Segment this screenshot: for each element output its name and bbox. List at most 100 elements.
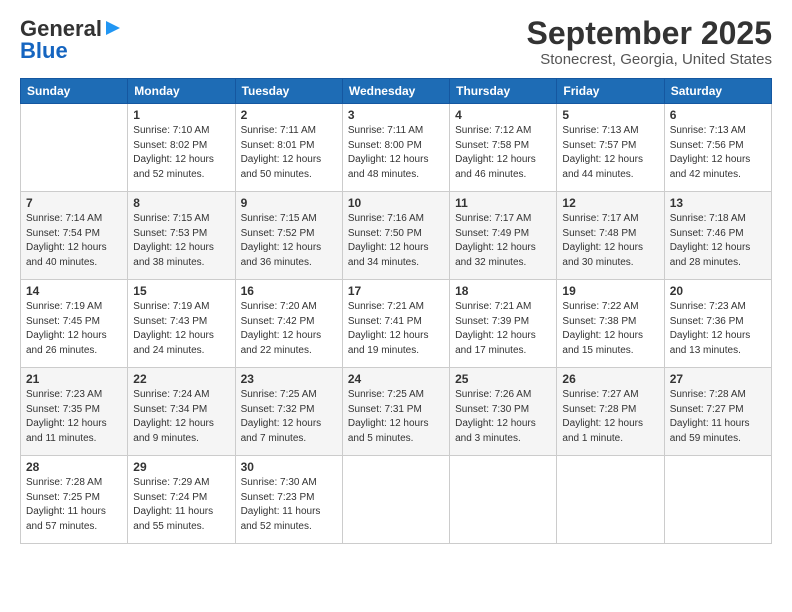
day-number: 22 <box>133 372 229 386</box>
calendar-cell: 29 Sunrise: 7:29 AMSunset: 7:24 PMDayligh… <box>128 456 235 544</box>
day-number: 21 <box>26 372 122 386</box>
logo: General Blue <box>20 16 122 64</box>
day-info: Sunrise: 7:23 AMSunset: 7:36 PMDaylight:… <box>670 300 766 358</box>
calendar-week-row: 1 Sunrise: 7:10 AMSunset: 8:02 PMDaylight… <box>21 104 772 192</box>
calendar-cell: 30Sunrise: 7:30 AMSunset: 7:23 PMDayligh… <box>235 456 342 544</box>
day-number: 17 <box>348 284 444 298</box>
calendar-cell: 8 Sunrise: 7:15 AMSunset: 7:53 PMDaylight… <box>128 192 235 280</box>
day-info: Sunrise: 7:15 AMSunset: 7:53 PMDaylight:… <box>133 212 229 270</box>
day-number: 12 <box>562 196 658 210</box>
day-number: 1 <box>133 108 229 122</box>
day-info: Sunrise: 7:10 AMSunset: 8:02 PMDaylight:… <box>133 124 229 182</box>
col-header-wednesday: Wednesday <box>342 79 449 104</box>
day-number: 8 <box>133 196 229 210</box>
calendar-week-row: 28 Sunrise: 7:28 AMSunset: 7:25 PMDayligh… <box>21 456 772 544</box>
day-info: Sunrise: 7:20 AMSunset: 7:42 PMDaylight:… <box>241 300 337 358</box>
day-number: 13 <box>670 196 766 210</box>
day-number: 16 <box>241 284 337 298</box>
calendar-cell: 10 Sunrise: 7:16 AMSunset: 7:50 PMDayligh… <box>342 192 449 280</box>
day-info: Sunrise: 7:29 AMSunset: 7:24 PMDaylight:… <box>133 476 229 534</box>
calendar-cell: 16 Sunrise: 7:20 AMSunset: 7:42 PMDayligh… <box>235 280 342 368</box>
day-number: 29 <box>133 460 229 474</box>
day-info: Sunrise: 7:11 AMSunset: 8:01 PMDaylight:… <box>241 124 337 182</box>
calendar-cell: 19 Sunrise: 7:22 AMSunset: 7:38 PMDayligh… <box>557 280 664 368</box>
day-info: Sunrise: 7:17 AMSunset: 7:49 PMDaylight:… <box>455 212 551 270</box>
logo-arrow-icon <box>104 19 122 37</box>
day-number: 25 <box>455 372 551 386</box>
col-header-friday: Friday <box>557 79 664 104</box>
calendar-cell: 5 Sunrise: 7:13 AMSunset: 7:57 PMDaylight… <box>557 104 664 192</box>
calendar-cell: 23 Sunrise: 7:25 AMSunset: 7:32 PMDayligh… <box>235 368 342 456</box>
page: General Blue September 2025 Stonecrest, … <box>0 0 792 612</box>
day-info: Sunrise: 7:25 AMSunset: 7:32 PMDaylight:… <box>241 388 337 446</box>
day-number: 6 <box>670 108 766 122</box>
calendar-cell: 20 Sunrise: 7:23 AMSunset: 7:36 PMDayligh… <box>664 280 771 368</box>
day-info: Sunrise: 7:21 AMSunset: 7:39 PMDaylight:… <box>455 300 551 358</box>
day-info: Sunrise: 7:12 AMSunset: 7:58 PMDaylight:… <box>455 124 551 182</box>
day-info: Sunrise: 7:13 AMSunset: 7:57 PMDaylight:… <box>562 124 658 182</box>
calendar-cell <box>664 456 771 544</box>
day-info: Sunrise: 7:27 AMSunset: 7:28 PMDaylight:… <box>562 388 658 446</box>
day-number: 30 <box>241 460 337 474</box>
day-info: Sunrise: 7:21 AMSunset: 7:41 PMDaylight:… <box>348 300 444 358</box>
day-number: 19 <box>562 284 658 298</box>
header: General Blue September 2025 Stonecrest, … <box>20 16 772 68</box>
day-number: 9 <box>241 196 337 210</box>
day-info: Sunrise: 7:28 AMSunset: 7:25 PMDaylight:… <box>26 476 122 534</box>
calendar-cell <box>21 104 128 192</box>
col-header-sunday: Sunday <box>21 79 128 104</box>
day-number: 20 <box>670 284 766 298</box>
col-header-thursday: Thursday <box>450 79 557 104</box>
calendar-cell: 18 Sunrise: 7:21 AMSunset: 7:39 PMDayligh… <box>450 280 557 368</box>
day-info: Sunrise: 7:25 AMSunset: 7:31 PMDaylight:… <box>348 388 444 446</box>
day-number: 2 <box>241 108 337 122</box>
calendar-cell: 6 Sunrise: 7:13 AMSunset: 7:56 PMDaylight… <box>664 104 771 192</box>
day-info: Sunrise: 7:28 AMSunset: 7:27 PMDaylight:… <box>670 388 766 446</box>
day-info: Sunrise: 7:14 AMSunset: 7:54 PMDaylight:… <box>26 212 122 270</box>
calendar-cell: 28 Sunrise: 7:28 AMSunset: 7:25 PMDayligh… <box>21 456 128 544</box>
day-number: 15 <box>133 284 229 298</box>
day-number: 24 <box>348 372 444 386</box>
day-info: Sunrise: 7:11 AMSunset: 8:00 PMDaylight:… <box>348 124 444 182</box>
calendar-table: SundayMondayTuesdayWednesdayThursdayFrid… <box>20 78 772 544</box>
calendar-cell: 12Sunrise: 7:17 AMSunset: 7:48 PMDayligh… <box>557 192 664 280</box>
calendar-cell: 2 Sunrise: 7:11 AMSunset: 8:01 PMDaylight… <box>235 104 342 192</box>
calendar-cell: 25 Sunrise: 7:26 AMSunset: 7:30 PMDayligh… <box>450 368 557 456</box>
day-number: 5 <box>562 108 658 122</box>
day-info: Sunrise: 7:19 AMSunset: 7:43 PMDaylight:… <box>133 300 229 358</box>
calendar-header-row: SundayMondayTuesdayWednesdayThursdayFrid… <box>21 79 772 104</box>
calendar-cell: 21 Sunrise: 7:23 AMSunset: 7:35 PMDayligh… <box>21 368 128 456</box>
calendar-week-row: 14Sunrise: 7:19 AMSunset: 7:45 PMDayligh… <box>21 280 772 368</box>
calendar-cell: 13Sunrise: 7:18 AMSunset: 7:46 PMDayligh… <box>664 192 771 280</box>
title-block: September 2025 Stonecrest, Georgia, Unit… <box>527 16 772 68</box>
day-info: Sunrise: 7:15 AMSunset: 7:52 PMDaylight:… <box>241 212 337 270</box>
col-header-monday: Monday <box>128 79 235 104</box>
day-info: Sunrise: 7:23 AMSunset: 7:35 PMDaylight:… <box>26 388 122 446</box>
day-number: 4 <box>455 108 551 122</box>
calendar-cell: 24 Sunrise: 7:25 AMSunset: 7:31 PMDayligh… <box>342 368 449 456</box>
day-info: Sunrise: 7:22 AMSunset: 7:38 PMDaylight:… <box>562 300 658 358</box>
day-number: 28 <box>26 460 122 474</box>
day-number: 26 <box>562 372 658 386</box>
calendar-cell <box>557 456 664 544</box>
day-number: 10 <box>348 196 444 210</box>
calendar-cell: 1 Sunrise: 7:10 AMSunset: 8:02 PMDaylight… <box>128 104 235 192</box>
calendar-cell: 27Sunrise: 7:28 AMSunset: 7:27 PMDayligh… <box>664 368 771 456</box>
day-info: Sunrise: 7:13 AMSunset: 7:56 PMDaylight:… <box>670 124 766 182</box>
calendar-cell <box>342 456 449 544</box>
day-number: 23 <box>241 372 337 386</box>
day-info: Sunrise: 7:24 AMSunset: 7:34 PMDaylight:… <box>133 388 229 446</box>
day-info: Sunrise: 7:16 AMSunset: 7:50 PMDaylight:… <box>348 212 444 270</box>
calendar-week-row: 7 Sunrise: 7:14 AMSunset: 7:54 PMDaylight… <box>21 192 772 280</box>
day-info: Sunrise: 7:26 AMSunset: 7:30 PMDaylight:… <box>455 388 551 446</box>
calendar-cell <box>450 456 557 544</box>
day-number: 7 <box>26 196 122 210</box>
day-number: 18 <box>455 284 551 298</box>
calendar-cell: 26 Sunrise: 7:27 AMSunset: 7:28 PMDayligh… <box>557 368 664 456</box>
calendar-cell: 3Sunrise: 7:11 AMSunset: 8:00 PMDaylight… <box>342 104 449 192</box>
calendar-cell: 17 Sunrise: 7:21 AMSunset: 7:41 PMDayligh… <box>342 280 449 368</box>
calendar-cell: 14Sunrise: 7:19 AMSunset: 7:45 PMDayligh… <box>21 280 128 368</box>
calendar-week-row: 21 Sunrise: 7:23 AMSunset: 7:35 PMDayligh… <box>21 368 772 456</box>
month-title: September 2025 <box>527 16 772 51</box>
calendar-cell: 7 Sunrise: 7:14 AMSunset: 7:54 PMDaylight… <box>21 192 128 280</box>
